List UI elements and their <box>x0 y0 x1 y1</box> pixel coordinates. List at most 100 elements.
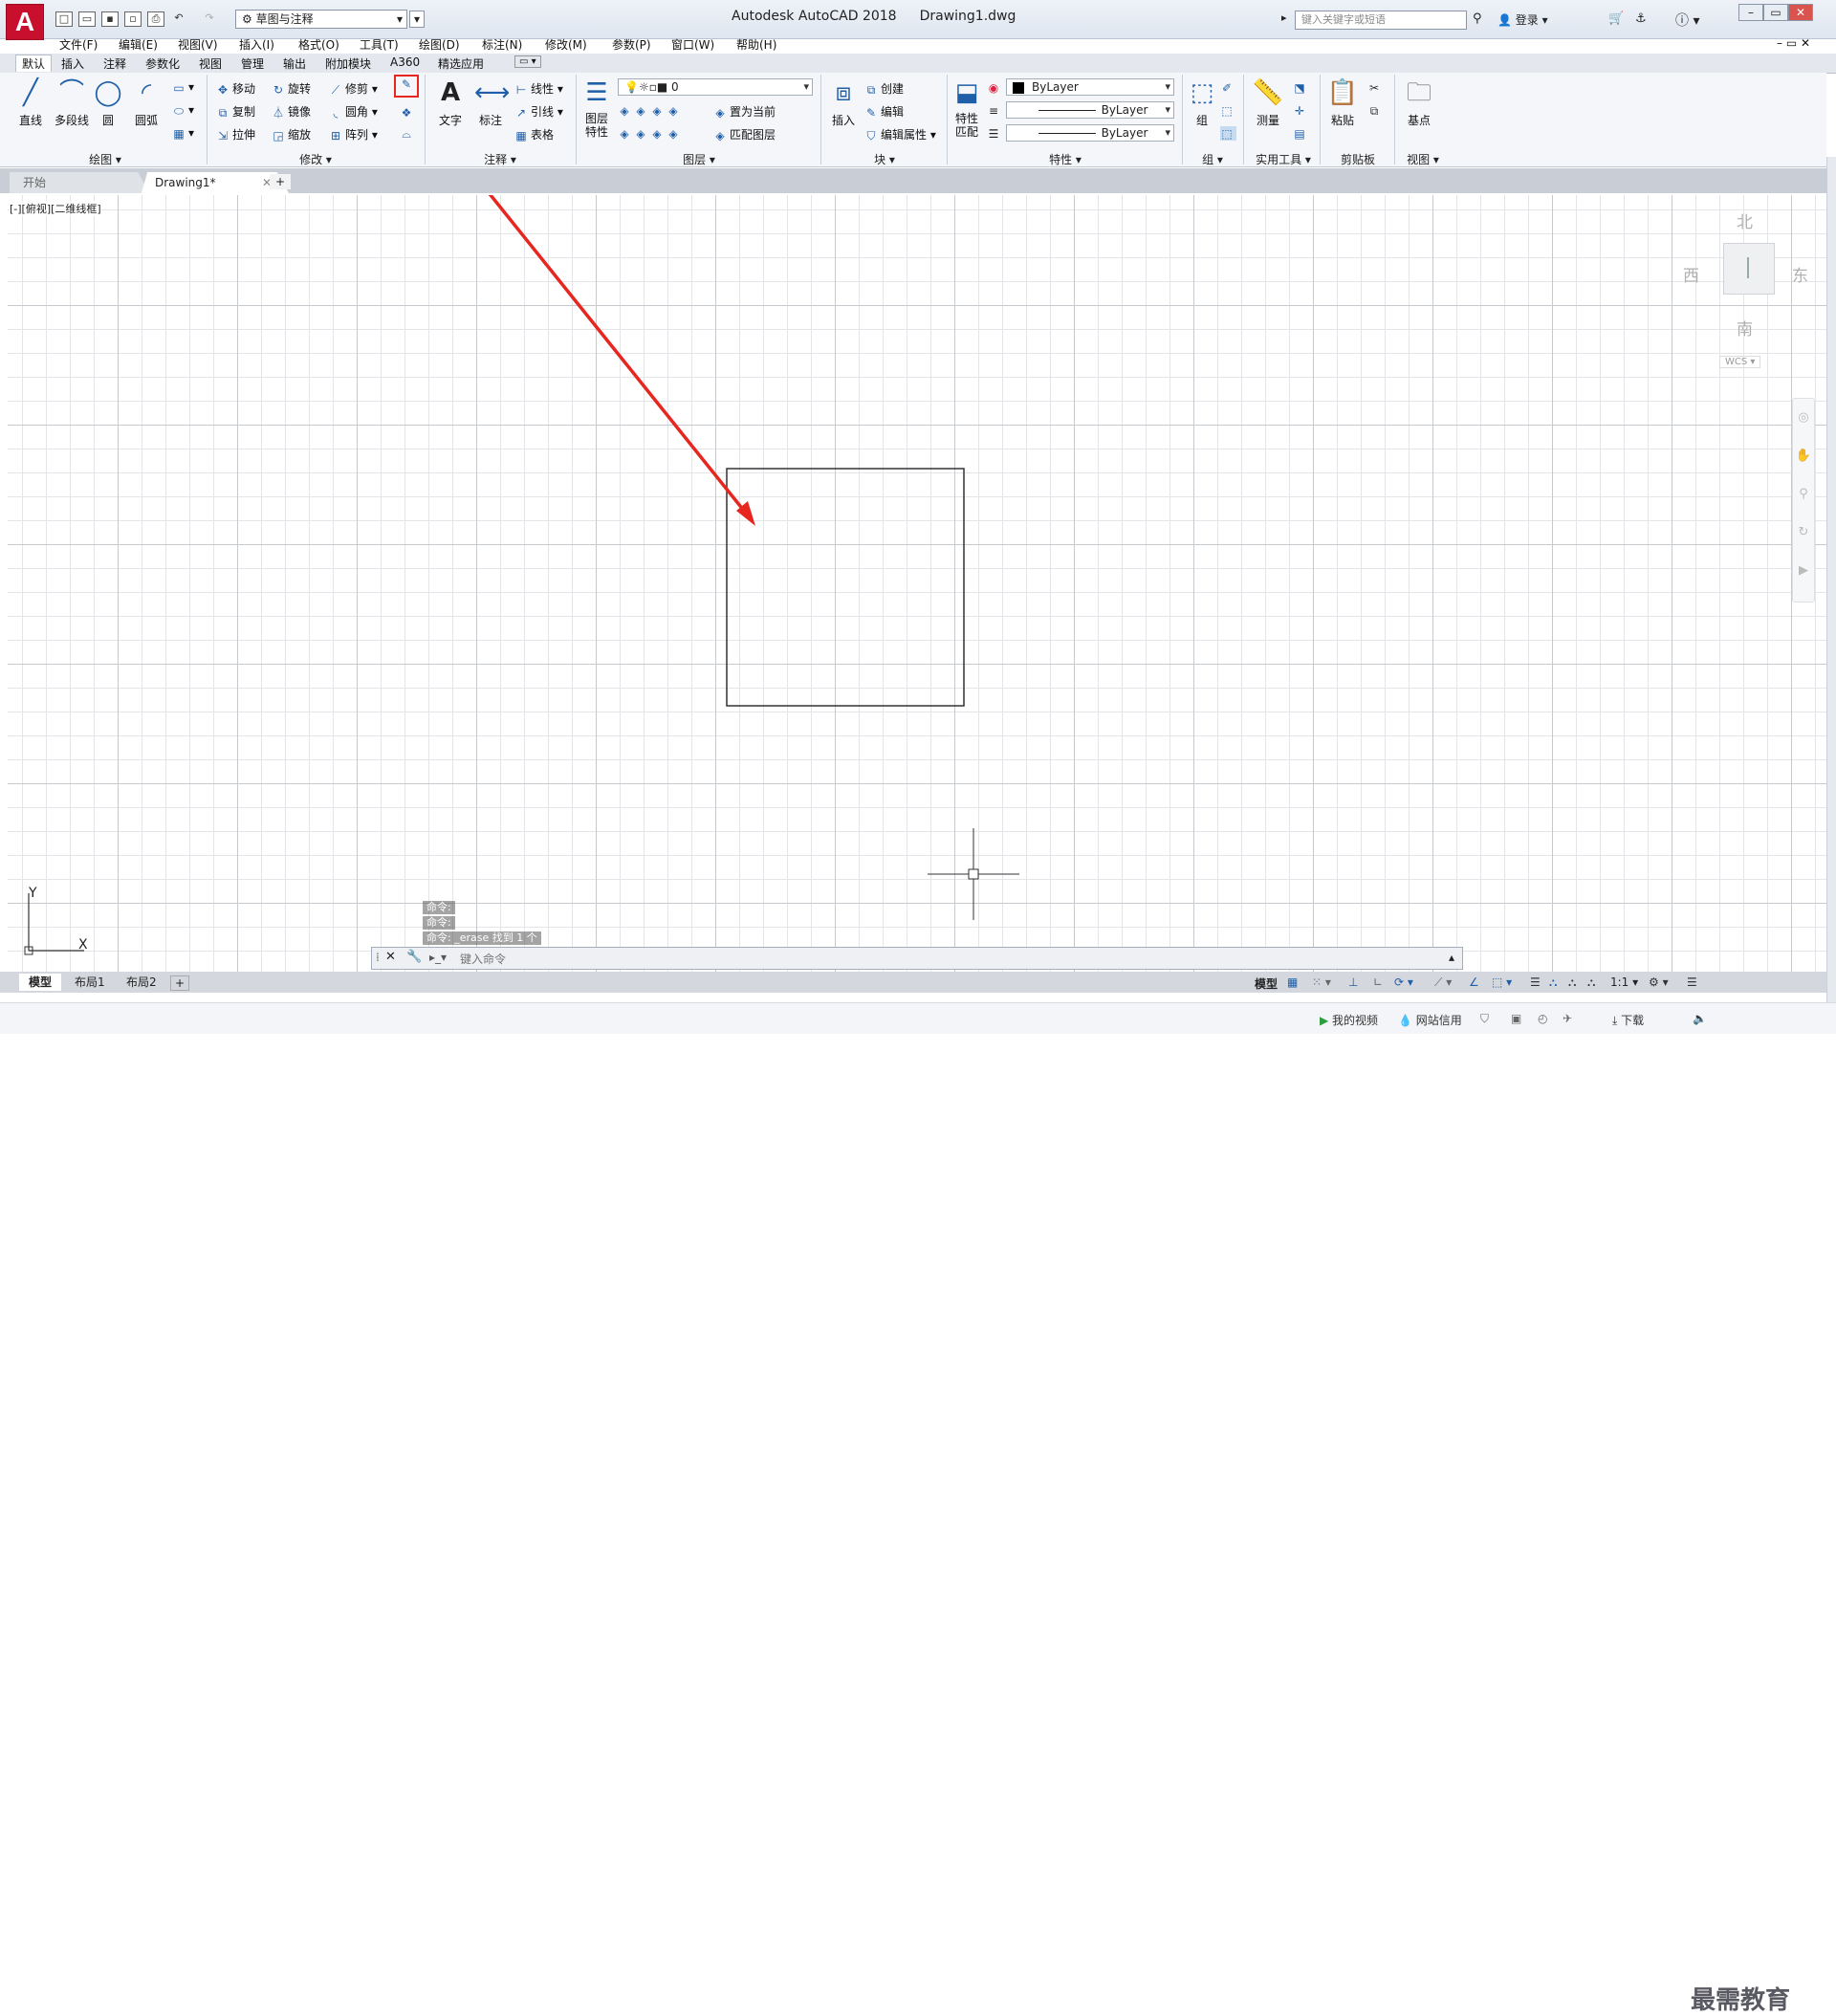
block-panel-label[interactable]: 块 ▾ <box>822 151 947 167</box>
rotate-tool[interactable]: ↻ 旋转 <box>272 80 311 97</box>
tools-icon[interactable]: ✈ <box>1563 1012 1572 1025</box>
match-properties-tool[interactable]: ⬓ 特性 匹配 <box>951 77 983 139</box>
menu-help[interactable]: 帮助(H) <box>736 36 776 53</box>
model-space-button[interactable]: 模型 <box>1255 975 1278 992</box>
paste-tool[interactable]: 📋 粘贴 <box>1323 77 1362 128</box>
doc-window-controls[interactable]: – ▭ ✕ <box>1777 36 1810 50</box>
point-icon[interactable]: ✛ <box>1293 103 1309 118</box>
viewcube-east[interactable]: 东 <box>1792 262 1808 286</box>
drawing-canvas[interactable]: Y X 北 西 东 南 WCS ▾ ◎ ✋ ⚲ ↻ ▶ 命令: 命令: 命令: … <box>8 195 1826 972</box>
erase-tool[interactable]: ✎ <box>394 75 419 98</box>
customize-icon[interactable]: ☰ <box>1687 975 1697 989</box>
text-tool[interactable]: A 文字 <box>432 77 469 128</box>
tab-featured-apps[interactable]: 精选应用 <box>438 55 484 72</box>
offset-tool[interactable]: ⌓ <box>400 126 416 141</box>
draw-panel-label[interactable]: 绘图 ▾ <box>10 151 201 167</box>
navigation-bar[interactable]: ◎ ✋ ⚲ ↻ ▶ <box>1792 398 1815 603</box>
calculator-icon[interactable]: ▤ <box>1293 126 1309 141</box>
object-snap-icon[interactable]: ⬚ ▾ <box>1492 975 1512 989</box>
tab-manage[interactable]: 管理 <box>241 55 264 72</box>
command-input[interactable] <box>458 951 1322 968</box>
orbit-icon[interactable]: ↻ <box>1793 514 1814 552</box>
shield-icon[interactable]: ⛉ <box>1480 1012 1489 1026</box>
color-wheel-icon[interactable]: ◉ <box>987 80 1003 95</box>
layer-properties-tool[interactable]: ☰ 图层 特性 <box>579 77 614 139</box>
mirror-tool[interactable]: ⏃ 镜像 <box>272 103 311 120</box>
menu-file[interactable]: 文件(F) <box>59 36 98 53</box>
line-tool[interactable]: ╱ 直线 <box>11 77 50 128</box>
viewcube-top-face[interactable] <box>1723 243 1775 295</box>
tab-addins[interactable]: 附加模块 <box>325 55 371 72</box>
minimize-button[interactable]: – <box>1738 4 1763 21</box>
explode-tool[interactable]: ❖ <box>400 105 416 120</box>
tab-insert[interactable]: 插入 <box>61 55 84 72</box>
group-tool[interactable]: ⬚ 组 <box>1186 77 1218 128</box>
viewcube-north[interactable]: 北 <box>1737 208 1753 232</box>
lineweight-dropdown[interactable]: ByLayer <box>1006 101 1174 119</box>
dimension-tool[interactable]: ⟷ 标注 <box>472 77 510 128</box>
menu-format[interactable]: 格式(O) <box>298 36 339 53</box>
layers-panel-label[interactable]: 图层 ▾ <box>579 151 819 167</box>
ortho-icon[interactable]: ∟ <box>1373 975 1383 989</box>
workspace-switch-icon[interactable]: ⚙ ▾ <box>1649 975 1669 989</box>
circle-tool[interactable]: ◯ 圆 <box>92 77 124 128</box>
search-input[interactable]: 键入关键字或短语 <box>1295 11 1467 30</box>
cut-icon[interactable]: ✂ <box>1367 80 1384 95</box>
base-view-tool[interactable]: 🗀 基点 <box>1398 77 1440 128</box>
match-layer-tool[interactable]: ◈ 匹配图层 <box>713 126 776 142</box>
ellipse-tool[interactable]: ⬭ ▾ <box>172 103 194 118</box>
trim-tool[interactable]: ⟋ 修剪 ▾ <box>329 80 378 97</box>
wcs-dropdown[interactable]: WCS ▾ <box>1719 356 1761 368</box>
help-icon[interactable]: ⓘ ▾ <box>1675 11 1699 30</box>
square-entity[interactable] <box>726 468 965 707</box>
tab-output[interactable]: 输出 <box>283 55 306 72</box>
quick-access-customize-icon[interactable]: ▾ <box>409 11 425 28</box>
layer-tools-row-2[interactable]: ◈ ◈ ◈ ◈ <box>618 126 683 141</box>
print-icon[interactable]: ⎙ <box>147 11 164 27</box>
my-video-link[interactable]: ▶ 我的视频 <box>1320 1012 1378 1028</box>
ungroup-icon[interactable]: ✐ <box>1220 80 1236 95</box>
image-icon[interactable]: ▣ <box>1511 1012 1521 1025</box>
grip-icon[interactable]: ⁞ <box>376 951 380 964</box>
download-link[interactable]: ⤓ 下载 <box>1612 1012 1644 1028</box>
menu-dimension[interactable]: 标注(N) <box>482 36 522 53</box>
menu-window[interactable]: 窗口(W) <box>671 36 714 53</box>
tab-parametric[interactable]: 参数化 <box>145 55 180 72</box>
group-edit-icon[interactable]: ⬚ <box>1220 103 1236 118</box>
search-expand-icon[interactable]: ▸ <box>1281 11 1287 24</box>
modify-panel-label[interactable]: 修改 ▾ <box>210 151 421 167</box>
copy-clip-icon[interactable]: ⧉ <box>1367 103 1384 118</box>
menu-edit[interactable]: 编辑(E) <box>119 36 158 53</box>
workspace-dropdown[interactable]: ⚙ 草图与注释 ▾ <box>235 10 407 29</box>
menu-view[interactable]: 视图(V) <box>178 36 218 53</box>
menu-parametric[interactable]: 参数(P) <box>612 36 651 53</box>
zoom-icon[interactable]: ⚲ <box>1793 475 1814 514</box>
leader-tool[interactable]: ↗ 引线 ▾ <box>514 103 563 120</box>
menu-draw[interactable]: 绘图(D) <box>419 36 460 53</box>
save-icon[interactable]: ▪ <box>101 11 119 27</box>
redo-icon[interactable]: ↷ <box>201 11 218 27</box>
edit-block-tool[interactable]: ✎ 编辑 <box>864 103 904 120</box>
group-select-icon[interactable]: ⬚ <box>1220 126 1236 141</box>
pan-icon[interactable]: ✋ <box>1793 437 1814 475</box>
quick-select-icon[interactable]: ⬔ <box>1293 80 1309 95</box>
object-snap-tracking-icon[interactable]: ∠ <box>1469 975 1479 989</box>
tab-drawing1[interactable]: Drawing1* ✕ <box>142 172 289 193</box>
measure-tool[interactable]: 📏 测量 <box>1249 77 1287 128</box>
save-as-icon[interactable]: ▫ <box>124 11 142 27</box>
lineweight-toggle-icon[interactable]: ☰ <box>1530 975 1541 989</box>
groups-panel-label[interactable]: 组 ▾ <box>1184 151 1241 167</box>
viewcube-west[interactable]: 西 <box>1683 262 1699 286</box>
binoculars-icon[interactable]: ⚲ <box>1473 11 1482 26</box>
close-button[interactable]: ✕ <box>1788 4 1813 21</box>
rectangle-tool[interactable]: ▭ ▾ <box>172 80 194 95</box>
menu-insert[interactable]: 插入(I) <box>239 36 274 53</box>
menu-tools[interactable]: 工具(T) <box>360 36 399 53</box>
polyline-tool[interactable]: ⌒ 多段线 <box>50 77 94 128</box>
steering-wheel-icon[interactable]: ◎ <box>1793 399 1814 437</box>
wrench-icon[interactable]: 🔧 <box>406 950 422 964</box>
properties-panel-label[interactable]: 特性 ▾ <box>951 151 1180 167</box>
close-cmd-icon[interactable]: ✕ <box>385 950 396 964</box>
undo-icon[interactable]: ↶ <box>170 11 187 27</box>
add-tab-button[interactable]: + <box>270 174 291 189</box>
